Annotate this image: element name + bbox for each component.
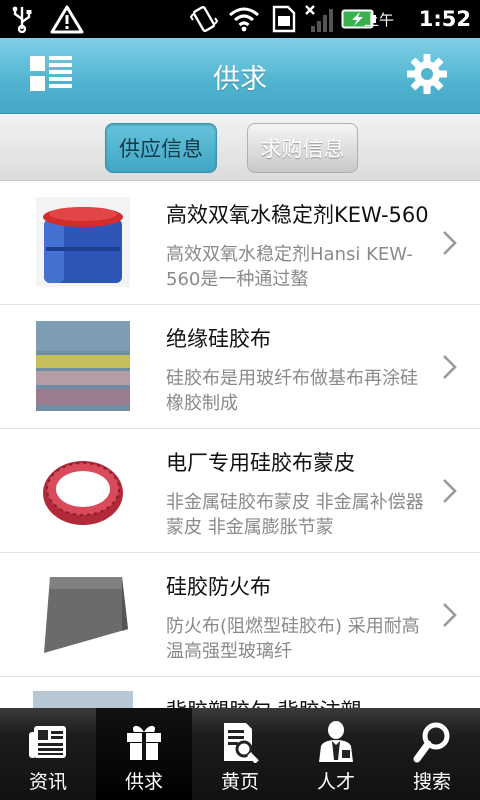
item-title: 高效双氧水稳定剂KEW-560 <box>166 203 429 227</box>
item-description: 硅胶布是用玻纤布做基布再涂硅橡胶制成 <box>166 368 418 414</box>
tab-purchase[interactable]: 求购信息 <box>247 123 358 173</box>
item-description: 防火布(阻燃型硅胶布) 采用耐高温高强型玻璃纤 <box>166 616 420 662</box>
chevron-right-icon <box>440 601 460 629</box>
bottom-navigation: 资讯 供求 黄页 人才 搜索 <box>0 708 480 800</box>
chevron-right-icon <box>440 229 460 257</box>
product-thumbnail <box>36 321 130 411</box>
settings-button[interactable] <box>403 53 451 99</box>
list-item[interactable]: 硅胶防火布 防火布(阻燃型硅胶布) 采用耐高温高强型玻璃纤 <box>0 553 480 677</box>
nav-label: 人才 <box>316 771 355 793</box>
am-pm-label: 上午 <box>363 10 394 29</box>
usb-icon <box>8 0 36 38</box>
item-description: 高效双氧水稳定剂Hansi KEW-560是一种通过螯 <box>166 244 413 290</box>
list-item[interactable]: 背胶塑胶勾 背胶注塑 <box>0 677 480 708</box>
gift-icon <box>124 720 164 764</box>
nav-item-supply[interactable]: 供求 <box>96 708 192 800</box>
status-bar: 上午 1:52 <box>0 0 480 38</box>
product-thumbnail <box>36 569 130 659</box>
vibrate-icon <box>188 0 220 38</box>
nav-item-search[interactable]: 搜索 <box>384 708 480 800</box>
warning-icon <box>48 0 86 38</box>
nav-label: 资讯 <box>28 771 67 793</box>
product-thumbnail <box>36 445 130 535</box>
list-item[interactable]: 电厂专用硅胶布蒙皮 非金属硅胶布蒙皮 非金属补偿器蒙皮 非金属膨胀节蒙 <box>0 429 480 553</box>
supply-list: 高效双氧水稳定剂KEW-560 高效双氧水稳定剂Hansi KEW-560是一种… <box>0 181 480 708</box>
chevron-right-icon <box>440 353 460 381</box>
item-title: 背胶塑胶勾 背胶注塑 <box>166 695 431 708</box>
segmented-tabs: 供应信息 求购信息 <box>0 114 480 181</box>
item-description: 非金属硅胶布蒙皮 非金属补偿器蒙皮 非金属膨胀节蒙 <box>166 492 424 538</box>
list-item[interactable]: 高效双氧水稳定剂KEW-560 高效双氧水稳定剂Hansi KEW-560是一种… <box>0 181 480 305</box>
sim-card-icon <box>268 0 300 38</box>
nav-item-news[interactable]: 资讯 <box>0 708 96 800</box>
nav-label: 供求 <box>124 771 163 793</box>
wifi-icon <box>226 0 262 38</box>
product-thumbnail <box>36 197 130 287</box>
search-icon <box>412 720 452 764</box>
newspaper-icon <box>28 720 68 764</box>
nav-item-talent[interactable]: 人才 <box>288 708 384 800</box>
item-title: 电厂专用硅胶布蒙皮 <box>166 451 355 475</box>
person-icon <box>316 720 356 764</box>
nav-item-yellow-pages[interactable]: 黄页 <box>192 708 288 800</box>
list-item[interactable]: 绝缘硅胶布 硅胶布是用玻纤布做基布再涂硅橡胶制成 <box>0 305 480 429</box>
nav-label: 搜索 <box>412 771 451 793</box>
clock: 1:52 <box>418 7 471 31</box>
nav-label: 黄页 <box>220 771 259 793</box>
title-bar: 供求 <box>0 38 480 114</box>
item-title: 硅胶防火布 <box>166 575 271 599</box>
product-thumbnail <box>33 691 133 708</box>
tab-supply[interactable]: 供应信息 <box>105 123 217 173</box>
chevron-right-icon <box>440 477 460 505</box>
item-title: 绝缘硅胶布 <box>166 327 271 351</box>
document-search-icon <box>220 720 260 764</box>
signal-off-icon <box>302 0 338 38</box>
gear-icon <box>405 52 449 100</box>
